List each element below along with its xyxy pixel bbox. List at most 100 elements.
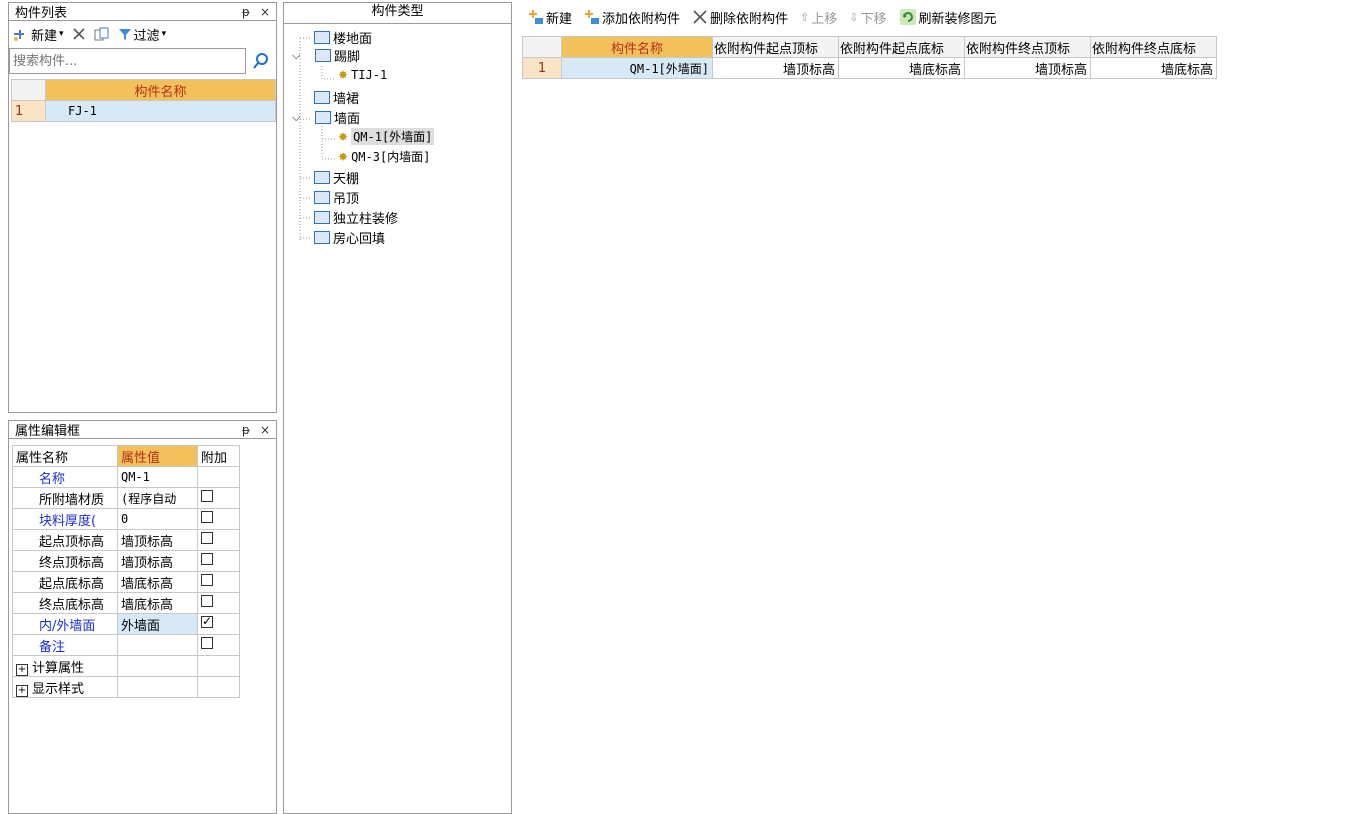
table-header: 属性名称 属性值 附加: [12, 445, 240, 467]
close-icon[interactable]: ×: [260, 423, 270, 437]
property-row[interactable]: 终点底标高 墙底标高: [12, 592, 240, 614]
tree-node[interactable]: ✸ QM-3[内墙面]: [338, 148, 430, 165]
property-value-cell[interactable]: 外墙面: [117, 613, 198, 635]
elevation-cell[interactable]: 墙底标高: [838, 57, 965, 79]
delete-component-button[interactable]: [72, 27, 86, 41]
table-row[interactable]: 1 QM-1[外墙面] 墙顶标高 墙底标高 墙顶标高 墙底标高: [522, 57, 1217, 79]
property-extra-cell: [197, 466, 240, 488]
property-editor-title: 属性编辑框: [15, 424, 81, 439]
new-button[interactable]: 新建: [528, 8, 572, 27]
property-value-cell[interactable]: [117, 676, 198, 698]
property-row[interactable]: 备注: [12, 634, 240, 656]
filter-button[interactable]: 过滤 ▾: [118, 25, 167, 44]
close-icon[interactable]: ×: [260, 5, 270, 19]
chevron-down-icon[interactable]: ⌵: [292, 111, 306, 125]
attach-checkbox[interactable]: [201, 574, 213, 586]
tree-node[interactable]: 墙裙: [314, 88, 359, 107]
chevron-down-icon[interactable]: ▾: [59, 29, 64, 39]
property-value-cell[interactable]: 墙顶标高: [117, 529, 198, 551]
property-value-cell[interactable]: 墙底标高: [117, 571, 198, 593]
tree-node-label: 独立柱装修: [333, 212, 399, 227]
property-name-label: 所附墙材质: [39, 492, 105, 508]
attach-checkbox[interactable]: [201, 532, 213, 544]
property-value-cell[interactable]: 墙底标高: [117, 592, 198, 614]
property-name-cell: + 计算属性: [12, 655, 118, 677]
tree-node[interactable]: ⌵ 踢脚: [292, 46, 360, 66]
component-name-cell[interactable]: QM-1[外墙面]: [561, 57, 713, 79]
attached-elevation-header[interactable]: 依附构件终点顶标: [964, 36, 1091, 58]
tree-node[interactable]: 天棚: [314, 168, 359, 187]
attached-elevation-header[interactable]: 依附构件起点底标: [838, 36, 965, 58]
property-row[interactable]: 起点顶标高 墙顶标高: [12, 529, 240, 551]
refresh-decoration-button[interactable]: 刷新装修图元: [899, 8, 997, 27]
tree-node[interactable]: ✸ QM-1[外墙面]: [338, 128, 435, 145]
component-list-panel: 构件列表 ᵽ × 新建 ▾ 过滤 ▾ 构件名称: [8, 2, 277, 413]
elevation-cell[interactable]: 墙顶标高: [964, 57, 1091, 79]
refresh-decoration-label: 刷新装修图元: [918, 11, 997, 27]
arrow-up-icon: ⇧: [800, 10, 810, 24]
expand-icon[interactable]: +: [16, 663, 28, 676]
property-value-cell[interactable]: [117, 655, 198, 677]
search-icon[interactable]: [252, 52, 270, 70]
copy-component-button[interactable]: [94, 27, 110, 41]
component-name-header[interactable]: 构件名称: [45, 79, 276, 101]
property-row[interactable]: 内/外墙面 外墙面: [12, 613, 240, 635]
property-row[interactable]: 终点顶标高 墙顶标高: [12, 550, 240, 572]
tree-node[interactable]: 房心回填: [314, 228, 385, 247]
component-name-header[interactable]: 构件名称: [561, 36, 713, 58]
attach-checkbox[interactable]: [201, 637, 213, 649]
attached-elevation-header[interactable]: 依附构件起点顶标: [712, 36, 839, 58]
table-row[interactable]: 1 FJ-1: [11, 100, 276, 122]
add-attached-button[interactable]: 添加依附构件: [584, 8, 680, 27]
property-value-cell[interactable]: 墙顶标高: [117, 550, 198, 572]
tree-node-label: 房心回填: [333, 232, 386, 247]
property-row[interactable]: 所附墙材质 (程序自动: [12, 487, 240, 509]
delete-attached-button[interactable]: 删除依附构件: [692, 8, 788, 27]
property-row[interactable]: 名称 QM-1: [12, 466, 240, 488]
attach-checkbox[interactable]: [201, 511, 213, 523]
property-value-cell[interactable]: 0: [117, 508, 198, 530]
search-input[interactable]: [9, 48, 246, 74]
arrow-down-icon: ⇩: [849, 10, 859, 24]
main-toolbar: 新建 添加依附构件 删除依附构件 ⇧ 上移 ⇩ 下移 刷新装修图元: [518, 0, 1351, 34]
property-row[interactable]: 起点底标高 墙底标高: [12, 571, 240, 593]
property-editor-panel: 属性编辑框 ᵽ × 属性名称 属性值 附加 名称 QM-1 所附墙材质 (程序自动 块料…: [8, 420, 277, 814]
attached-component-table: 构件名称 依附构件起点顶标 依附构件起点底标 依附构件终点顶标 依附构件终点底标 1 QM…: [522, 36, 1217, 79]
property-name-label: 起点顶标高: [39, 534, 105, 550]
tree-node[interactable]: 独立柱装修: [314, 208, 398, 227]
elevation-cell[interactable]: 墙顶标高: [712, 57, 839, 79]
property-editor-titlebar: 属性编辑框 ᵽ ×: [9, 421, 276, 439]
new-component-button[interactable]: 新建 ▾: [13, 25, 64, 44]
delete-icon: [693, 10, 707, 24]
property-value-cell[interactable]: QM-1: [117, 466, 198, 488]
elevation-cell[interactable]: 墙底标高: [1090, 57, 1217, 79]
component-name-cell[interactable]: FJ-1: [45, 100, 276, 122]
property-value-cell[interactable]: (程序自动: [117, 487, 198, 509]
move-up-button[interactable]: ⇧ 上移: [800, 8, 837, 27]
chevron-down-icon[interactable]: ▾: [162, 29, 167, 39]
property-name-cell: 终点底标高: [12, 592, 118, 614]
pin-icon[interactable]: ᵽ: [242, 423, 250, 437]
attached-elevation-header[interactable]: 依附构件终点底标: [1090, 36, 1217, 58]
attach-checkbox[interactable]: [201, 553, 213, 565]
tree-node[interactable]: 楼地面: [314, 28, 372, 47]
expand-icon[interactable]: +: [16, 684, 28, 697]
tree-node[interactable]: ✸ TIJ-1: [338, 68, 387, 82]
property-row[interactable]: 块料厚度(0: [12, 508, 240, 530]
attach-checkbox[interactable]: [201, 490, 213, 502]
component-search: [9, 47, 276, 75]
attach-checkbox[interactable]: [201, 595, 213, 607]
property-row[interactable]: + 计算属性: [12, 655, 240, 677]
gear-icon: ✸: [338, 68, 349, 82]
tree-node[interactable]: ⌵ 墙面: [292, 108, 360, 128]
attach-checkbox[interactable]: [201, 615, 213, 628]
pin-icon[interactable]: ᵽ: [242, 5, 250, 19]
tree-node-label: 墙裙: [333, 92, 360, 107]
property-extra-header: 附加: [197, 445, 240, 467]
tree-node[interactable]: 吊顶: [314, 188, 359, 207]
chevron-down-icon[interactable]: ⌵: [292, 49, 306, 63]
property-row[interactable]: + 显示样式: [12, 676, 240, 698]
new-component-label: 新建: [31, 28, 58, 44]
move-down-button[interactable]: ⇩ 下移: [849, 8, 886, 27]
property-value-cell[interactable]: [117, 634, 198, 656]
